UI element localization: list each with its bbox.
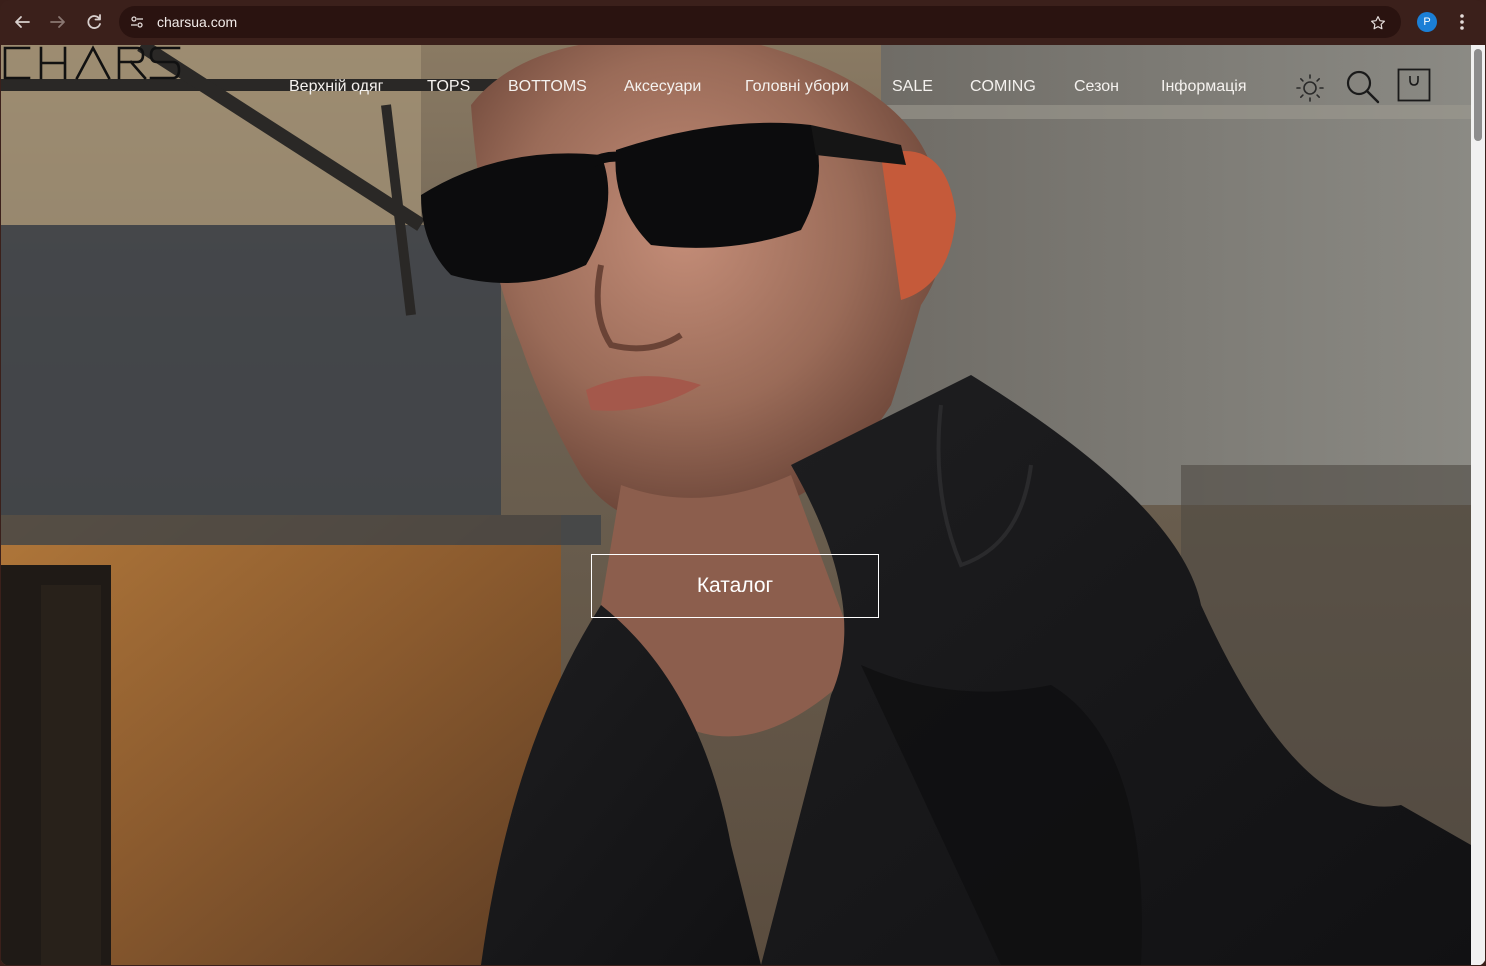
profile-avatar[interactable]: P (1417, 12, 1437, 32)
hero-background-image (1, 45, 1471, 965)
page-scrollbar[interactable] (1471, 45, 1485, 965)
cart-bag-icon[interactable] (1397, 68, 1431, 102)
url-text[interactable]: charsua.com (157, 6, 237, 38)
nav-accessories[interactable]: Аксесуари (624, 76, 701, 98)
star-icon (1371, 15, 1385, 29)
back-button[interactable] (10, 10, 34, 34)
nav-tops[interactable]: TOPS (427, 76, 470, 98)
site-settings-icon[interactable] (129, 14, 145, 30)
nav-info[interactable]: Інформація (1161, 76, 1247, 98)
reload-button[interactable] (82, 10, 106, 34)
nav-headwear[interactable]: Головні убори (745, 76, 849, 98)
reload-icon (87, 14, 101, 29)
hero-video: Верхній одяг TOPS BOTTOMS Аксесуари Голо… (1, 45, 1471, 965)
catalog-button[interactable]: Каталог (591, 554, 879, 618)
browser-menu-button[interactable] (1452, 10, 1472, 34)
page-viewport: Верхній одяг TOPS BOTTOMS Аксесуари Голо… (1, 45, 1485, 965)
nav-season[interactable]: Сезон (1074, 76, 1119, 98)
chars-logo[interactable] (1, 45, 183, 81)
address-bar[interactable]: charsua.com (119, 6, 1401, 38)
nav-outerwear[interactable]: Верхній одяг (289, 76, 383, 98)
forward-button[interactable] (46, 10, 70, 34)
browser-toolbar: charsua.com P (0, 0, 1486, 44)
scrollbar-thumb[interactable] (1474, 49, 1482, 141)
nav-bottoms[interactable]: BOTTOMS (508, 76, 587, 98)
browser-window: charsua.com P Верхній одяг TOPS BOTTOMS … (0, 0, 1486, 966)
bookmark-star-button[interactable] (1369, 6, 1387, 38)
nav-coming[interactable]: COMING (970, 76, 1036, 98)
arrow-right-icon (50, 16, 65, 28)
nav-sale[interactable]: SALE (892, 76, 933, 98)
search-icon[interactable] (1344, 68, 1380, 104)
arrow-left-icon (15, 16, 30, 28)
vertical-dots-icon (1460, 14, 1464, 30)
sun-theme-icon[interactable] (1295, 73, 1325, 103)
